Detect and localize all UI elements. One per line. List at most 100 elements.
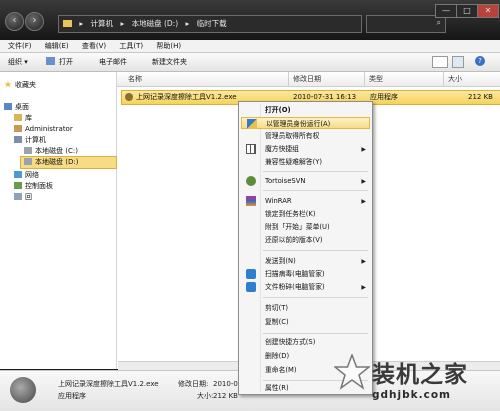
menu-item-create-shortcut[interactable]: 创建快捷方式(S) [241, 336, 370, 348]
menu-item-label: 发送到(N) [265, 257, 296, 265]
menu-item-magic-shortcut[interactable]: 魔方快捷组 ▶ [241, 143, 370, 155]
column-separator[interactable] [288, 72, 289, 86]
search-input[interactable]: ⌕ [366, 15, 446, 33]
file-size: 212 KB [468, 93, 493, 101]
nav-control-panel[interactable]: 控制面板 [14, 181, 53, 191]
column-separator[interactable] [443, 72, 444, 86]
submenu-arrow-icon: ▶ [361, 146, 366, 153]
menu-file[interactable]: 文件(F) [0, 40, 35, 52]
nav-library[interactable]: 库 [14, 113, 32, 123]
menu-item-copy[interactable]: 复制(C) [241, 316, 370, 328]
menu-item-label: 扫描病毒(电脑管家) [265, 270, 325, 278]
menu-help[interactable]: 帮助(H) [148, 40, 184, 52]
menu-item-cut[interactable]: 剪切(T) [241, 302, 370, 314]
menu-item-label: 还原以前的版本(V) [265, 236, 323, 244]
menu-item-label: 管理员取得所有权 [265, 132, 320, 140]
nav-label: 控制面板 [25, 182, 53, 190]
menu-item-winrar[interactable]: WinRAR ▶ [241, 195, 370, 207]
submenu-arrow-icon: ▶ [361, 258, 366, 265]
organize-button[interactable]: 组织 ▾ [8, 56, 28, 68]
nav-user[interactable]: Administrator [14, 124, 73, 134]
column-separator[interactable] [364, 72, 365, 86]
menu-item-label: TortoiseSVN [265, 177, 306, 185]
back-button[interactable]: ‹ [5, 12, 24, 31]
menu-item-scan-virus[interactable]: 扫描病毒(电脑管家) [241, 268, 370, 280]
nav-drive-d[interactable]: 本地磁盘 (D:) [20, 156, 117, 169]
nav-computer[interactable]: 计算机 [14, 135, 46, 145]
winrar-icon [246, 196, 256, 206]
menu-item-label: 附到「开始」菜单(U) [265, 223, 330, 231]
nav-label: 本地磁盘 (C:) [35, 147, 78, 155]
menu-view[interactable]: 查看(V) [74, 40, 109, 52]
column-size[interactable]: 大小 [448, 74, 462, 84]
details-size-label: 大小: [197, 392, 214, 400]
column-date[interactable]: 修改日期 [293, 74, 321, 84]
menu-item-label: 删除(D) [265, 352, 290, 360]
nav-desktop[interactable]: 桌面 [4, 102, 29, 112]
minimize-button[interactable]: — [435, 4, 457, 18]
menu-item-label: 复制(C) [265, 318, 289, 326]
breadcrumb-separator: ▸ [185, 19, 190, 28]
column-header: 名称 修改日期 类型 大小 [117, 72, 500, 87]
nav-network[interactable]: 网络 [14, 170, 39, 180]
menu-item-compat[interactable]: 兼容性疑难解答(Y) [241, 156, 370, 168]
menu-item-tortoisesvn[interactable]: TortoiseSVN ▶ [241, 175, 370, 187]
details-file-type: 应用程序 [58, 392, 86, 400]
menu-item-take-ownership[interactable]: 管理员取得所有权 [241, 130, 370, 142]
shield-check-icon [246, 269, 256, 279]
file-name: 上网记录深度擦除工具V1.2.exe [136, 93, 237, 101]
nav-favorites[interactable]: 收藏夹 [4, 80, 36, 90]
file-large-icon [10, 377, 36, 403]
menu-item-label: 重命名(M) [265, 366, 297, 374]
nav-label: 桌面 [15, 103, 29, 111]
menu-item-open[interactable]: 打开(O) [241, 104, 370, 116]
navigation-pane: 收藏夹 桌面 库 Administrator 计算机 本地磁盘 (C:) 本地磁… [0, 72, 117, 369]
breadcrumb-temp-download[interactable]: 临时下载 [197, 19, 227, 28]
breadcrumb-computer[interactable]: 计算机 [91, 19, 114, 28]
nav-label: 库 [25, 114, 32, 122]
close-button[interactable]: ✕ [477, 4, 499, 18]
nav-label: 网络 [25, 171, 39, 179]
star-icon [4, 81, 12, 88]
preview-pane-icon[interactable] [452, 56, 464, 68]
menu-separator [263, 297, 368, 298]
email-button[interactable]: 电子邮件 [99, 56, 127, 68]
menu-item-pin-taskbar[interactable]: 锁定到任务栏(K) [241, 208, 370, 220]
control-panel-icon [14, 182, 22, 189]
menu-item-send-to[interactable]: 发送到(N) ▶ [241, 255, 370, 267]
shield-icon [247, 119, 257, 129]
nav-label: 回 [25, 193, 32, 201]
menu-item-pin-start[interactable]: 附到「开始」菜单(U) [241, 221, 370, 233]
nav-recycle-bin[interactable]: 回 [14, 192, 32, 202]
menu-edit[interactable]: 编辑(E) [37, 40, 72, 52]
menu-item-restore[interactable]: 还原以前的版本(V) [241, 234, 370, 246]
column-name[interactable]: 名称 [128, 74, 142, 84]
watermark-url: gdhjbk.com [372, 389, 451, 401]
submenu-arrow-icon: ▶ [361, 178, 366, 185]
menu-item-shred[interactable]: 文件粉碎(电脑管家) ▶ [241, 281, 370, 293]
details-file-name: 上网记录深度擦除工具V1.2.exe [58, 380, 159, 388]
menu-item-run-as-admin[interactable]: 以管理员身份运行(A) [241, 117, 370, 129]
submenu-arrow-icon: ▶ [361, 284, 366, 291]
drive-icon [24, 147, 32, 154]
breadcrumb-drive-d[interactable]: 本地磁盘 (D:) [132, 19, 179, 28]
column-type[interactable]: 类型 [369, 74, 383, 84]
user-folder-icon [14, 125, 22, 132]
address-bar[interactable]: ▸ 计算机 ▸ 本地磁盘 (D:) ▸ 临时下载 [58, 15, 362, 33]
search-icon: ⌕ [436, 18, 441, 27]
forward-button[interactable]: › [25, 12, 44, 31]
menu-item-label: 创建快捷方式(S) [265, 338, 316, 346]
help-icon[interactable]: ? [475, 56, 485, 66]
menu-tools[interactable]: 工具(T) [111, 40, 146, 52]
nav-drive-c[interactable]: 本地磁盘 (C:) [24, 146, 78, 156]
view-options-icon[interactable] [432, 56, 448, 68]
open-button[interactable]: 打开 [46, 56, 73, 68]
menu-item-label: 以管理员身份运行(A) [266, 120, 331, 128]
menu-bar: 文件(F) 编辑(E) 查看(V) 工具(T) 帮助(H) [0, 40, 500, 53]
submenu-arrow-icon: ▶ [361, 198, 366, 205]
library-icon [14, 114, 22, 121]
toolbar: 组织 ▾ 打开 电子邮件 新建文件夹 ? [0, 53, 500, 72]
maximize-button[interactable]: □ [456, 4, 478, 18]
new-folder-button[interactable]: 新建文件夹 [152, 56, 187, 68]
breadcrumb-separator: ▸ [79, 19, 84, 28]
